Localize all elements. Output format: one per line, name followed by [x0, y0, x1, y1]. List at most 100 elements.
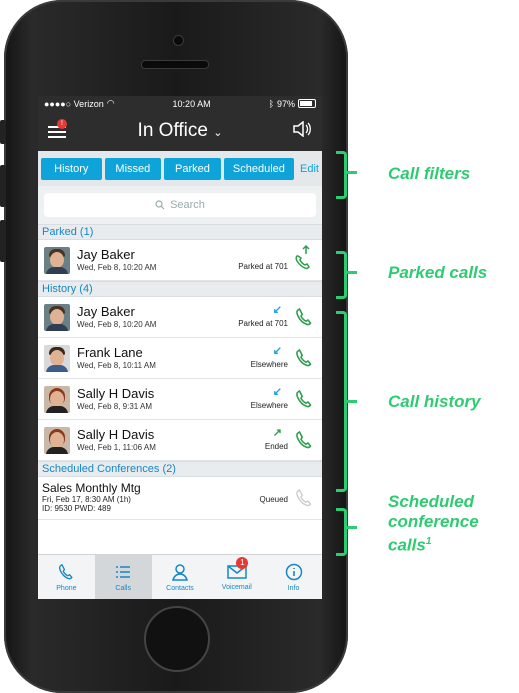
tab-label: Contacts — [166, 584, 194, 592]
incoming-arrow-icon: ↙ — [272, 304, 282, 316]
tab-label: Voicemail — [221, 583, 252, 591]
avatar — [44, 426, 70, 454]
app-header: ! In Office ⌄ — [38, 111, 322, 151]
tab-phone[interactable]: Phone — [38, 555, 95, 599]
call-back-icon[interactable] — [294, 307, 314, 332]
tab-contacts[interactable]: Contacts — [152, 555, 209, 599]
call-back-icon[interactable] — [294, 430, 314, 455]
volume-down-button — [0, 220, 6, 262]
phone-icon — [59, 563, 74, 579]
callout-bracket-history — [336, 311, 347, 492]
callout-bracket-filters — [336, 151, 347, 199]
callout-line: Scheduled — [388, 492, 474, 511]
tab-voicemail[interactable]: 1 Voicemail — [208, 555, 265, 599]
chevron-down-icon: ⌄ — [213, 127, 223, 139]
contact-name: Sally H Davis — [77, 386, 155, 401]
status-bar: ●●●●○ Verizon ◠ 10:20 AM ᛒ 97% — [38, 96, 322, 111]
callout-line: calls1 — [388, 532, 479, 556]
avatar — [44, 344, 70, 372]
parked-call-row[interactable]: Jay Baker Wed, Feb 8, 10:20 AM Parked at… — [38, 240, 322, 281]
wifi-icon: ◠ — [106, 98, 115, 108]
history-row[interactable]: Jay Baker Wed, Feb 8, 10:20 AM ↙ Parked … — [38, 297, 322, 338]
tab-calls[interactable]: Calls — [94, 555, 152, 599]
battery-percent: 97% — [276, 98, 295, 109]
presence-selector[interactable]: In Office ⌄ — [138, 120, 223, 142]
history-row[interactable]: Frank Lane Wed, Feb 8, 10:11 AM ↙ Elsewh… — [38, 338, 322, 379]
section-scheduled: Scheduled Conferences (2) — [38, 461, 322, 477]
contact-name: Frank Lane — [77, 345, 143, 360]
call-status: Ended — [264, 442, 288, 451]
tab-label: Info — [287, 584, 300, 592]
unpark-call-icon[interactable] — [292, 244, 314, 277]
contact-name: Jay Baker — [77, 247, 135, 262]
search-icon — [155, 200, 165, 210]
alert-badge: ! — [57, 119, 67, 129]
filter-history-button[interactable]: History — [41, 157, 102, 180]
battery-icon — [297, 99, 316, 108]
clock: 10:20 AM — [172, 98, 211, 109]
callout-filters: Call filters — [388, 164, 471, 183]
join-call-icon[interactable] — [294, 488, 314, 513]
outgoing-arrow-icon: ↗ — [272, 427, 282, 439]
search-input[interactable]: Search — [44, 193, 316, 217]
history-row[interactable]: Sally H Davis Wed, Feb 8, 9:31 AM ↙ Else… — [38, 379, 322, 420]
bluetooth-icon: ᛒ — [268, 98, 274, 109]
section-parked: Parked (1) — [38, 224, 322, 240]
page-title: In Office — [137, 120, 208, 141]
menu-icon[interactable]: ! — [48, 119, 68, 139]
avatar — [44, 385, 70, 413]
list-icon — [116, 565, 131, 578]
search-bar: Search — [38, 186, 322, 224]
footnote-marker: 1 — [425, 536, 432, 547]
callout-tick — [347, 400, 357, 403]
front-camera — [173, 35, 184, 46]
tab-bar: Phone Calls Contacts 1 Voicemail Info — [38, 554, 322, 599]
incoming-arrow-icon: ↙ — [272, 386, 282, 398]
callout-tick — [347, 171, 357, 174]
callout-history: Call history — [388, 392, 481, 411]
person-icon — [172, 563, 188, 581]
callout-bracket-scheduled — [336, 508, 347, 556]
section-history: History (4) — [38, 281, 322, 297]
callout-text: calls — [388, 535, 426, 555]
call-back-icon[interactable] — [294, 389, 314, 414]
tab-label: Phone — [56, 584, 77, 592]
call-status: Parked at 701 — [238, 262, 288, 271]
contact-name: Jay Baker — [77, 304, 135, 319]
speaker-icon[interactable] — [292, 119, 312, 142]
search-placeholder: Search — [170, 199, 205, 211]
callout-tick — [347, 271, 357, 274]
callout-bracket-parked — [336, 251, 347, 299]
earpiece-speaker — [141, 60, 209, 69]
contact-name: Sally H Davis — [77, 427, 155, 442]
filter-missed-button[interactable]: Missed — [104, 157, 162, 180]
filter-parked-button[interactable]: Parked — [164, 157, 221, 180]
filter-scheduled-button[interactable]: Scheduled — [223, 157, 295, 180]
history-row[interactable]: Sally H Davis Wed, Feb 1, 11:06 AM ↗ End… — [38, 420, 322, 461]
mute-switch — [0, 120, 6, 144]
call-filters: History Missed Parked Scheduled Edit — [38, 151, 322, 186]
iphone-frame: ●●●●○ Verizon ◠ 10:20 AM ᛒ 97% ! In Offi… — [0, 0, 348, 693]
tab-info[interactable]: Info — [265, 555, 322, 599]
callout-line: conference — [388, 512, 479, 531]
conference-status: Queued — [259, 495, 288, 504]
callout-tick — [347, 526, 357, 529]
tab-label: Calls — [115, 584, 131, 592]
volume-up-button — [0, 165, 6, 207]
call-status: Parked at 701 — [238, 319, 288, 328]
conference-title: Sales Monthly Mtg — [42, 481, 141, 495]
call-status: Elsewhere — [250, 360, 288, 369]
home-button[interactable] — [144, 606, 210, 672]
app-screen: ●●●●○ Verizon ◠ 10:20 AM ᛒ 97% ! In Offi… — [38, 96, 322, 599]
incoming-arrow-icon: ↙ — [272, 345, 282, 357]
call-back-icon[interactable] — [294, 348, 314, 373]
conference-ids: ID: 9530 PWD: 489 — [42, 504, 111, 513]
avatar — [44, 246, 70, 274]
edit-button[interactable]: Edit — [300, 163, 319, 175]
conference-row[interactable]: Sales Monthly Mtg Fri, Feb 17, 8:30 AM (… — [38, 477, 322, 520]
info-icon — [285, 563, 302, 580]
callout-parked: Parked calls — [388, 263, 488, 282]
carrier-label: ●●●●○ Verizon — [44, 98, 104, 109]
callout-scheduled: Scheduled conference calls1 — [388, 492, 479, 556]
avatar — [44, 303, 70, 331]
